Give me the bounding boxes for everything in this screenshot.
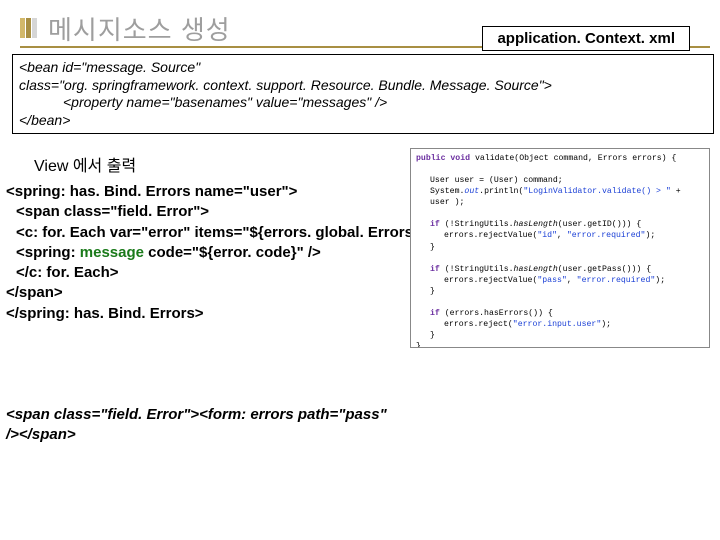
java-string: "id" (537, 231, 557, 240)
jsp-line: </c: for. Each> (16, 264, 119, 281)
xml-line: <property name="basenames" value="messag… (63, 94, 707, 112)
form-line: /></span> (6, 425, 406, 445)
java-string: "error.required" (577, 276, 656, 285)
xml-line: </bean> (19, 112, 707, 130)
jsp-line: </span> (6, 284, 63, 301)
java-text: } (416, 342, 421, 348)
java-text: User user = (User) command; (430, 176, 563, 185)
java-text: ); (645, 231, 655, 240)
java-text: (errors.hasErrors()) { (440, 309, 553, 318)
title-bullet-icon (20, 18, 38, 38)
java-method: hasLength (514, 265, 558, 274)
java-text: .println( (479, 187, 523, 196)
java-text: errors.rejectValue( (444, 276, 537, 285)
java-text: System. (430, 187, 464, 196)
slide-title: 메시지소스 생성 (48, 10, 231, 47)
form-line: <span class="field. Error"><form: errors… (6, 405, 406, 425)
java-text: , (557, 231, 567, 240)
java-text: errors.reject( (444, 320, 513, 329)
java-kw: public void (416, 154, 475, 163)
java-text: (user.getID())) { (558, 220, 642, 229)
jsp-line: <span class="field. Error"> (16, 203, 209, 220)
java-text: } (430, 243, 435, 252)
jsp-keyword: message (80, 244, 144, 261)
filename-badge: application. Context. xml (482, 26, 690, 51)
xml-config-box: <bean id="message. Source" class="org. s… (12, 54, 714, 134)
java-text: } (430, 331, 435, 340)
jsp-line-post: code="${error. code}" /> (144, 244, 321, 261)
jsp-line: </spring: has. Bind. Errors> (6, 305, 204, 322)
java-kw: if (430, 220, 440, 229)
xml-line: <bean id="message. Source" (19, 59, 707, 77)
jsp-line: <spring: has. Bind. Errors name="user"> (6, 183, 297, 200)
java-text: (!StringUtils. (440, 265, 514, 274)
java-string: "pass" (537, 276, 566, 285)
jsp-line-pre: <spring: (16, 244, 80, 261)
jsp-line: <c: for. Each var="error" items="${error… (16, 224, 435, 241)
view-output-label: View 에서 출력 (34, 152, 136, 176)
java-text: errors.rejectValue( (444, 231, 537, 240)
java-string: "error.input.user" (513, 320, 601, 329)
java-string: "error.required" (567, 231, 646, 240)
java-text: validate(Object command, Errors errors) … (475, 154, 676, 163)
java-string: "LoginValidator.validate() > " (523, 187, 670, 196)
java-text: (user.getPass())) { (558, 265, 651, 274)
java-text: , (567, 276, 577, 285)
java-text: ); (655, 276, 665, 285)
java-text: ); (601, 320, 611, 329)
jsp-code-block: <spring: has. Bind. Errors name="user"> … (6, 182, 435, 324)
java-text: } (430, 287, 435, 296)
xml-line: class="org. springframework. context. su… (19, 77, 707, 95)
java-kw: if (430, 265, 440, 274)
java-field: out (464, 187, 479, 196)
form-errors-block: <span class="field. Error"><form: errors… (6, 405, 406, 444)
java-method: hasLength (514, 220, 558, 229)
java-text: (!StringUtils. (440, 220, 514, 229)
java-kw: if (430, 309, 440, 318)
java-code-panel: public void validate(Object command, Err… (410, 148, 710, 348)
